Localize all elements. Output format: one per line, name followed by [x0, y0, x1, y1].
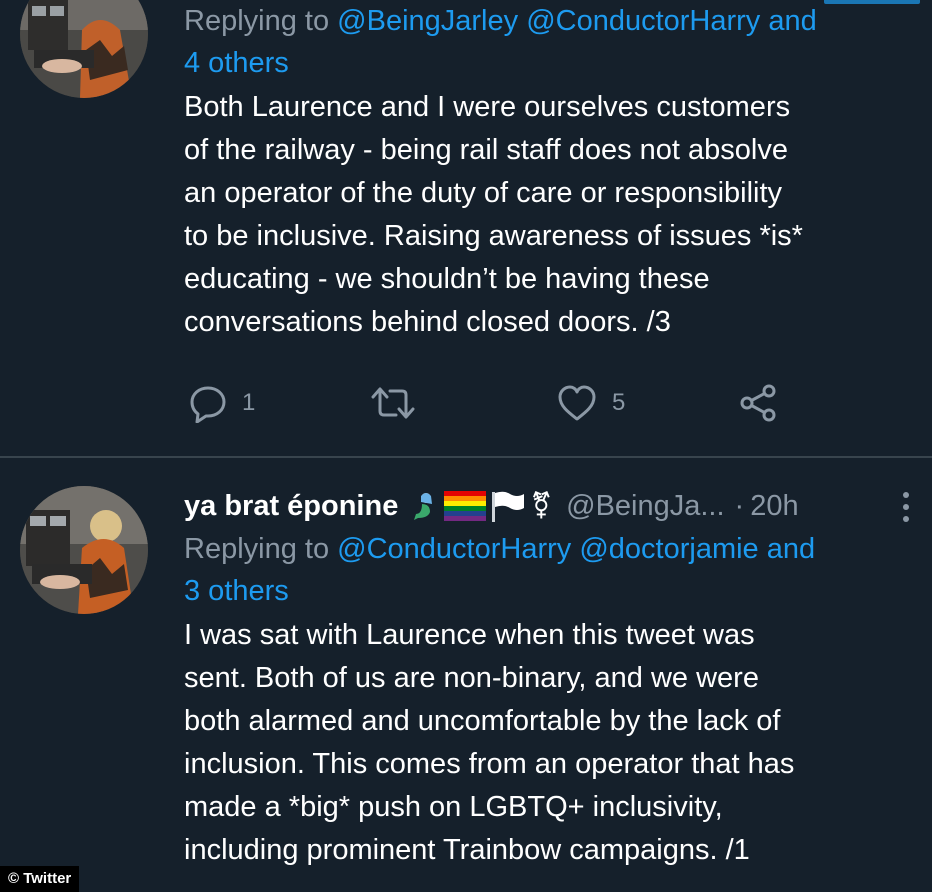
share-button[interactable]: [738, 378, 778, 428]
white-flag-emoji: [492, 491, 525, 522]
like-count: 5: [612, 389, 626, 416]
replying-to-line: Replying to @BeingJarley @ConductorHarry…: [184, 0, 902, 84]
retweet-icon: [371, 387, 415, 419]
avatar-image: [20, 0, 148, 98]
and-others-text: and: [766, 533, 816, 565]
like-button[interactable]: 5: [556, 378, 625, 428]
reply-icon: [190, 386, 226, 423]
retweet-button[interactable]: [370, 378, 430, 428]
replying-to-line: Replying to @ConductorHarry @doctorjamie…: [184, 528, 902, 612]
mention-link[interactable]: @ConductorHarry: [526, 5, 760, 37]
display-name[interactable]: ya brat éponine: [184, 484, 398, 528]
tweet-content: Replying to @BeingJarley @ConductorHarry…: [184, 0, 902, 344]
reply-button[interactable]: 1: [188, 378, 255, 428]
tweet-1[interactable]: Replying to @BeingJarley @ConductorHarry…: [0, 0, 932, 456]
mermaid-emoji: [414, 493, 433, 520]
name-emojis: ⚧: [408, 484, 552, 528]
transgender-symbol-emoji: ⚧: [530, 491, 553, 521]
avatar[interactable]: [20, 0, 148, 98]
tweet-header: ya brat éponine ⚧ @BeingJa... · 20h: [184, 484, 909, 528]
share-icon: [740, 384, 776, 422]
avatar[interactable]: [20, 486, 148, 614]
mention-link[interactable]: @doctorjamie: [579, 533, 758, 565]
tweet-body: Both Laurence and I were ourselves custo…: [184, 91, 803, 338]
tweet-actions: 1 5: [184, 378, 804, 428]
mention-link[interactable]: @ConductorHarry: [337, 533, 571, 565]
timestamp[interactable]: 20h: [750, 484, 798, 528]
heart-icon: [558, 385, 596, 421]
others-link[interactable]: 4 others: [184, 47, 289, 79]
twitter-watermark: © Twitter: [0, 866, 80, 892]
and-others-text: and: [768, 5, 817, 37]
others-link[interactable]: 3 others: [184, 575, 289, 607]
handle[interactable]: @BeingJa...: [566, 484, 724, 528]
replying-prefix: Replying to: [184, 533, 338, 565]
tweet-body: I was sat with Laurence when this tweet …: [184, 619, 795, 866]
mention-link[interactable]: @BeingJarley: [337, 5, 518, 37]
replying-prefix: Replying to: [184, 5, 338, 37]
separator: ·: [734, 490, 745, 522]
rainbow-flag-emoji: [444, 491, 487, 521]
tweet-content: ya brat éponine ⚧ @BeingJa... · 20h Repl…: [184, 484, 909, 872]
more-options-icon[interactable]: [896, 492, 916, 522]
avatar-image: [20, 486, 148, 614]
tweet-2[interactable]: ya brat éponine ⚧ @BeingJa... · 20h Repl…: [0, 458, 932, 892]
reply-count: 1: [242, 389, 256, 416]
